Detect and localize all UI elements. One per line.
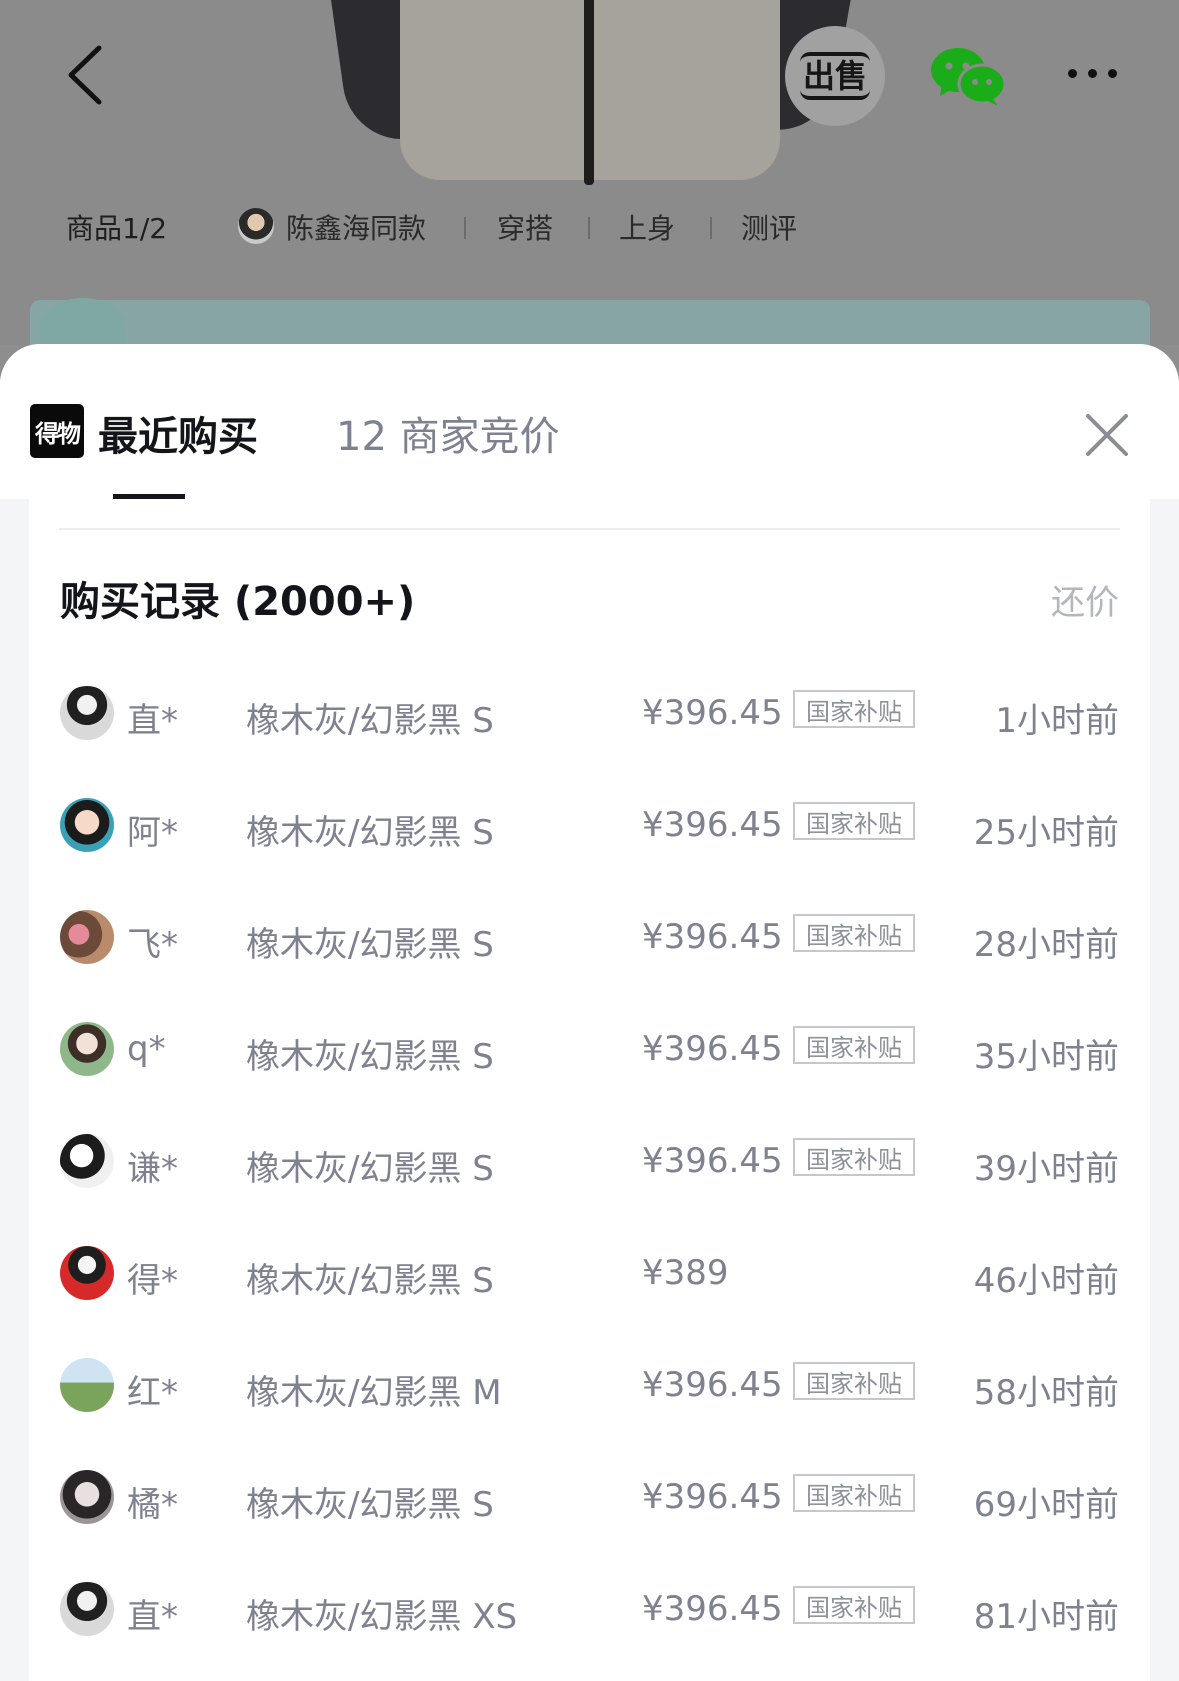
close-icon <box>1086 414 1128 456</box>
subsidy-badge: 国家补贴 <box>793 914 915 952</box>
price-value: ¥396.45 <box>642 1029 783 1069</box>
sell-button[interactable]: 出售 <box>785 26 885 126</box>
purchase-record-row: 得* 橡木灰/幻影黑 S ¥389 46小时前 <box>29 1215 1150 1335</box>
counter-offer-button[interactable]: 还价 <box>1051 575 1119 624</box>
divider <box>59 528 1120 530</box>
tab-divider <box>464 217 466 239</box>
sell-label: 出售 <box>799 52 870 100</box>
variant-label: 橡木灰/幻影黑 S <box>246 1037 494 1077</box>
celebrity-avatar <box>238 208 274 244</box>
tab-celebrity-style[interactable]: 陈鑫海同款 <box>286 207 426 247</box>
price-value: ¥396.45 <box>642 1589 783 1629</box>
purchase-record-row: 直* 橡木灰/幻影黑 S ¥396.45 国家补贴 1小时前 <box>29 655 1150 775</box>
buyer-name: 直* <box>127 701 178 741</box>
buyer-name: 飞* <box>127 925 178 965</box>
purchase-record-row: 飞* 橡木灰/幻影黑 S ¥396.45 国家补贴 28小时前 <box>29 879 1150 999</box>
purchase-time: 39小时前 <box>973 1149 1119 1189</box>
buyer-avatar <box>60 1358 114 1412</box>
variant-label: 橡木灰/幻影黑 S <box>246 1149 494 1189</box>
variant-label: 橡木灰/幻影黑 S <box>246 925 494 965</box>
subsidy-banner <box>30 300 1150 345</box>
buyer-avatar <box>60 686 114 740</box>
subsidy-badge: 国家补贴 <box>793 1474 915 1512</box>
sheet-header: 得物 最近购买 12 商家竞价 <box>0 344 1179 499</box>
buyer-avatar <box>60 1582 114 1636</box>
buyer-name: 阿* <box>127 813 178 853</box>
buyer-avatar <box>60 1470 114 1524</box>
purchase-record-row: 橘* 橡木灰/幻影黑 S ¥396.45 国家补贴 69小时前 <box>29 1439 1150 1559</box>
buyer-avatar <box>60 798 114 852</box>
more-dots-icon <box>1108 68 1117 78</box>
variant-label: 橡木灰/幻影黑 M <box>246 1373 502 1413</box>
price-value: ¥396.45 <box>642 1477 783 1517</box>
buyer-avatar <box>60 910 114 964</box>
price-value: ¥389 <box>642 1253 729 1293</box>
purchase-record-row: 红* 橡木灰/幻影黑 M ¥396.45 国家补贴 58小时前 <box>29 1327 1150 1447</box>
tab-outfit[interactable]: 穿搭 <box>497 207 553 247</box>
price-value: ¥396.45 <box>642 1141 783 1181</box>
variant-label: 橡木灰/幻影黑 S <box>246 1261 494 1301</box>
section-title: 购买记录 (2000+) <box>60 579 416 625</box>
price-value: ¥396.45 <box>642 805 783 845</box>
purchase-time: 58小时前 <box>973 1373 1119 1413</box>
purchase-time: 81小时前 <box>973 1597 1119 1637</box>
purchase-time: 69小时前 <box>973 1485 1119 1525</box>
recent-purchases-sheet: 得物 最近购买 12 商家竞价 购买记录 (2000+) 还价 直* 橡木灰/幻影… <box>0 344 1179 1681</box>
chevron-left-icon <box>68 45 102 105</box>
variant-label: 橡木灰/幻影黑 S <box>246 813 494 853</box>
purchase-record-row: 阿* 橡木灰/幻影黑 S ¥396.45 国家补贴 25小时前 <box>29 767 1150 887</box>
buyer-name: 红* <box>127 1373 178 1413</box>
product-page-background: 出售 商品1/2 陈鑫海同款 穿搭 上身 测评 <box>0 0 1179 345</box>
price-value: ¥396.45 <box>642 693 783 733</box>
variant-label: 橡木灰/幻影黑 XS <box>246 1597 518 1637</box>
price-value: ¥396.45 <box>642 1365 783 1405</box>
purchase-time: 25小时前 <box>973 813 1119 853</box>
purchase-record-row: q* 橡木灰/幻影黑 S ¥396.45 国家补贴 35小时前 <box>29 991 1150 1111</box>
tab-divider <box>588 217 590 239</box>
product-image-zipper <box>584 0 594 185</box>
purchase-record-row: 谦* 橡木灰/幻影黑 S ¥396.45 国家补贴 39小时前 <box>29 1103 1150 1223</box>
buyer-name: 谦* <box>127 1149 178 1189</box>
tab-recent-purchases[interactable]: 最近购买 <box>98 404 258 462</box>
purchase-time: 28小时前 <box>973 925 1119 965</box>
buyer-avatar <box>60 1022 114 1076</box>
price-value: ¥396.45 <box>642 917 783 957</box>
subsidy-badge: 国家补贴 <box>793 802 915 840</box>
dewu-logo: 得物 <box>30 404 84 458</box>
tab-divider <box>710 217 712 239</box>
back-button[interactable] <box>60 40 110 110</box>
subsidy-badge: 国家补贴 <box>793 1362 915 1400</box>
close-button[interactable] <box>1082 410 1132 460</box>
buyer-avatar <box>60 1246 114 1300</box>
purchase-time: 1小时前 <box>995 701 1119 741</box>
tab-product[interactable]: 商品1/2 <box>66 207 167 247</box>
product-tabs: 商品1/2 陈鑫海同款 穿搭 上身 测评 <box>0 200 1179 254</box>
tab-review[interactable]: 测评 <box>741 207 797 247</box>
purchase-time: 35小时前 <box>973 1037 1119 1077</box>
purchase-records-card: 购买记录 (2000+) 还价 直* 橡木灰/幻影黑 S ¥396.45 国家补贴 1小… <box>29 499 1150 1681</box>
more-options-button[interactable] <box>1068 58 1128 88</box>
more-dots-icon <box>1088 68 1097 78</box>
buyer-name: 得* <box>127 1261 178 1301</box>
subsidy-badge: 国家补贴 <box>793 1026 915 1064</box>
buyer-avatar <box>60 1134 114 1188</box>
buyer-name: 直* <box>127 1597 178 1637</box>
variant-label: 橡木灰/幻影黑 S <box>246 701 494 741</box>
buyer-name: 橘* <box>127 1485 178 1525</box>
variant-label: 橡木灰/幻影黑 S <box>246 1485 494 1525</box>
subsidy-badge: 国家补贴 <box>793 1586 915 1624</box>
tab-merchant-bids[interactable]: 12 商家竞价 <box>336 404 560 462</box>
buyer-name: q* <box>127 1029 166 1069</box>
subsidy-badge: 国家补贴 <box>793 690 915 728</box>
tab-on-body[interactable]: 上身 <box>619 207 675 247</box>
wechat-icon <box>931 48 1007 106</box>
subsidy-badge: 国家补贴 <box>793 1138 915 1176</box>
purchase-record-row: 直* 橡木灰/幻影黑 XS ¥396.45 国家补贴 81小时前 <box>29 1551 1150 1671</box>
wechat-share-button[interactable] <box>930 44 1007 108</box>
more-dots-icon <box>1068 68 1077 78</box>
purchase-time: 46小时前 <box>973 1261 1119 1301</box>
